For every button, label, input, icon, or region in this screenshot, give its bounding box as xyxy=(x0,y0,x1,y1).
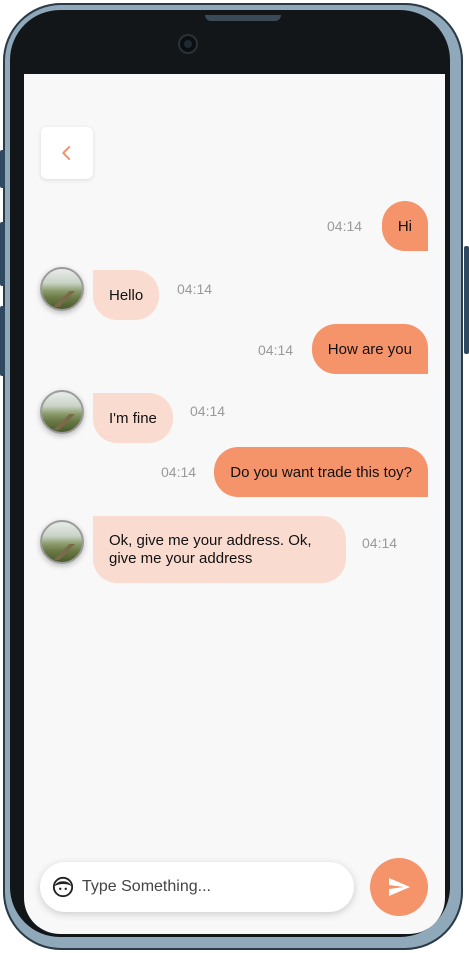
avatar[interactable] xyxy=(40,520,84,564)
phone-side-button xyxy=(464,246,469,354)
message-text: I'm fine xyxy=(109,409,157,427)
send-button[interactable] xyxy=(370,858,428,916)
message-composer[interactable] xyxy=(40,862,354,912)
message-time: 04:14 xyxy=(161,464,197,480)
avatar[interactable] xyxy=(40,267,84,311)
message-input[interactable] xyxy=(80,877,334,897)
send-icon xyxy=(389,878,410,896)
message-time: 04:14 xyxy=(362,535,398,551)
outgoing-message-bubble[interactable]: Hi xyxy=(381,201,428,251)
message-text: Hello xyxy=(109,286,144,304)
message-text: Do you want trade this toy? xyxy=(230,463,412,481)
incoming-message-bubble[interactable]: Hello xyxy=(93,270,160,320)
message-text: Hi xyxy=(397,217,412,235)
chat-screen: 04:14 Hi Hello 04:14 04:14 How are you I… xyxy=(24,74,445,934)
message-text: Ok, give me your address. Ok, give me yo… xyxy=(109,531,312,567)
message-text: How are you xyxy=(327,340,412,358)
message-time: 04:14 xyxy=(177,281,213,297)
message-time: 04:14 xyxy=(258,342,294,358)
phone-side-button xyxy=(0,306,5,376)
back-button[interactable] xyxy=(41,127,93,179)
phone-side-button xyxy=(0,222,5,286)
incoming-message-bubble[interactable]: I'm fine xyxy=(93,393,173,443)
speaker-notch xyxy=(205,15,281,21)
outgoing-message-bubble[interactable]: How are you xyxy=(311,324,428,374)
outgoing-message-bubble[interactable]: Do you want trade this toy? xyxy=(214,447,428,497)
incoming-message-bubble[interactable]: Ok, give me your address. Ok, give me yo… xyxy=(93,516,346,583)
chevron-left-icon xyxy=(62,146,71,160)
message-time: 04:14 xyxy=(327,218,363,234)
phone-side-button xyxy=(0,150,5,188)
face-icon[interactable] xyxy=(52,876,74,898)
message-time: 04:14 xyxy=(190,403,226,419)
avatar[interactable] xyxy=(40,390,84,434)
camera-icon xyxy=(178,34,198,54)
